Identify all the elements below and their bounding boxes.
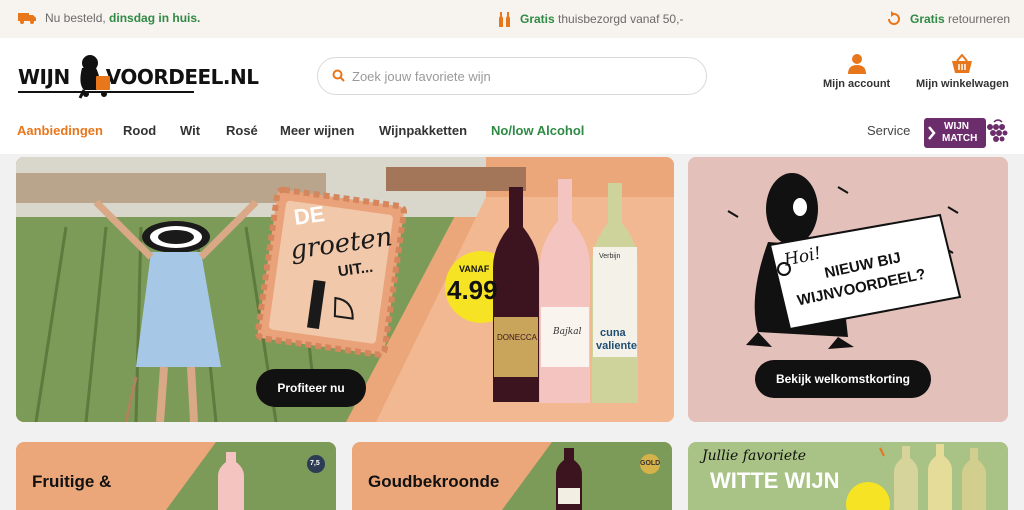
card-fruitige-badge: 7,5	[310, 460, 320, 467]
bottle3-brand: Verbijn	[599, 253, 621, 260]
bottles-icon	[499, 12, 510, 27]
promo-card-witte-wijn[interactable]: Jullie favoriete WITTE WIJN	[688, 442, 1008, 510]
promo-card-fruitige[interactable]: 7,5 Fruitige &	[16, 442, 336, 510]
nav-item-rood[interactable]: Rood	[123, 123, 156, 138]
profiteer-nu-button[interactable]: Profiteer nu	[256, 369, 366, 407]
hero-banner[interactable]: DE groeten UIT... VANAF 4.99 DONECCA Baj…	[16, 157, 674, 422]
nav-item-wit[interactable]: Wit	[180, 123, 200, 138]
usp-delivery: Nu besteld, dinsdag in huis.	[18, 11, 200, 25]
wine-bottles	[493, 179, 638, 403]
nav-item-wijnpakketten[interactable]: Wijnpakketten	[379, 123, 467, 138]
usp-shipping-text: thuisbezorgd vanaf 50,-	[554, 12, 684, 26]
nav-item-rose[interactable]: Rosé	[226, 123, 258, 138]
bottle1-label: DONECCA	[497, 333, 538, 342]
wijn-match-line2: MATCH	[942, 133, 978, 144]
search-bar[interactable]	[317, 57, 707, 95]
nav-item-aanbiedingen[interactable]: Aanbiedingen	[17, 123, 103, 138]
usp-returns: Gratis retourneren	[886, 11, 1010, 27]
wijn-match-button[interactable]: WIJN MATCH	[924, 118, 1008, 148]
usp-bar: Nu besteld, dinsdag in huis. Gratis thui…	[0, 0, 1024, 38]
return-arrow-icon	[888, 11, 900, 25]
content-area: DE groeten UIT... VANAF 4.99 DONECCA Baj…	[0, 154, 1024, 510]
usp-shipping-free: Gratis	[520, 12, 555, 26]
card-fruitige-title: Fruitige &	[32, 472, 112, 491]
logo-mascot-icon	[78, 55, 110, 99]
card-witte-script: Jullie favoriete	[702, 448, 807, 464]
stamp-graphic	[254, 186, 407, 358]
usp-delivery-day: dinsdag in huis.	[109, 11, 201, 25]
stamp-line1: DE	[292, 200, 327, 231]
main-nav: Aanbiedingen Rood Wit Rosé Meer wijnen W…	[0, 114, 1024, 154]
nav-item-service[interactable]: Service	[867, 123, 910, 138]
price-prefix: VANAF	[459, 264, 490, 274]
welkomstkorting-button[interactable]: Bekijk welkomstkorting	[755, 360, 931, 398]
nav-item-meer-wijnen[interactable]: Meer wijnen	[280, 123, 354, 138]
card-goud-badge: GOLD	[640, 460, 661, 467]
cart-label: Mijn winkelwagen	[916, 78, 1009, 90]
card-witte-headline: WITTE WIJN	[710, 468, 840, 493]
promo-card-goudbekroonde[interactable]: GOLD Goudbekroonde	[352, 442, 672, 510]
cart-button[interactable]: Mijn winkelwagen	[916, 54, 1009, 90]
account-button[interactable]: Mijn account	[823, 54, 890, 90]
logo-text-wijn: WIJN	[18, 65, 70, 89]
welcome-banner[interactable]: Hoi! NIEUW BIJ WIJNVOORDEEL? Bekijk welk…	[688, 157, 1008, 422]
bottle3-line2: valiente	[596, 340, 637, 352]
site-header: WIJN VOORDEEL.NL Mijn account Mijn winkel…	[0, 38, 1024, 114]
search-icon	[332, 69, 345, 82]
usp-shipping: Gratis thuisbezorgd vanaf 50,-	[498, 11, 683, 27]
nav-item-no-low-alcohol[interactable]: No/low Alcohol	[491, 123, 584, 138]
search-input[interactable]	[352, 58, 692, 94]
usp-returns-free: Gratis	[910, 12, 945, 26]
price-label: 4.99	[447, 275, 498, 305]
wijn-match-line1: WIJN	[944, 121, 969, 132]
wijnvoordeel-logo[interactable]: WIJN VOORDEEL.NL	[18, 54, 259, 100]
basket-icon	[952, 54, 973, 73]
account-label: Mijn account	[823, 78, 891, 90]
bottle3-line1: cuna	[600, 327, 626, 339]
card-goud-title: Goudbekroonde	[368, 472, 500, 491]
logo-text-voordeel: VOORDEEL.NL	[105, 65, 259, 89]
usp-returns-text: retourneren	[944, 12, 1011, 26]
user-icon	[847, 54, 866, 74]
usp-delivery-text: Nu besteld,	[45, 11, 110, 25]
truck-icon	[18, 13, 36, 24]
bottle2-label: Bajkal	[553, 327, 582, 337]
